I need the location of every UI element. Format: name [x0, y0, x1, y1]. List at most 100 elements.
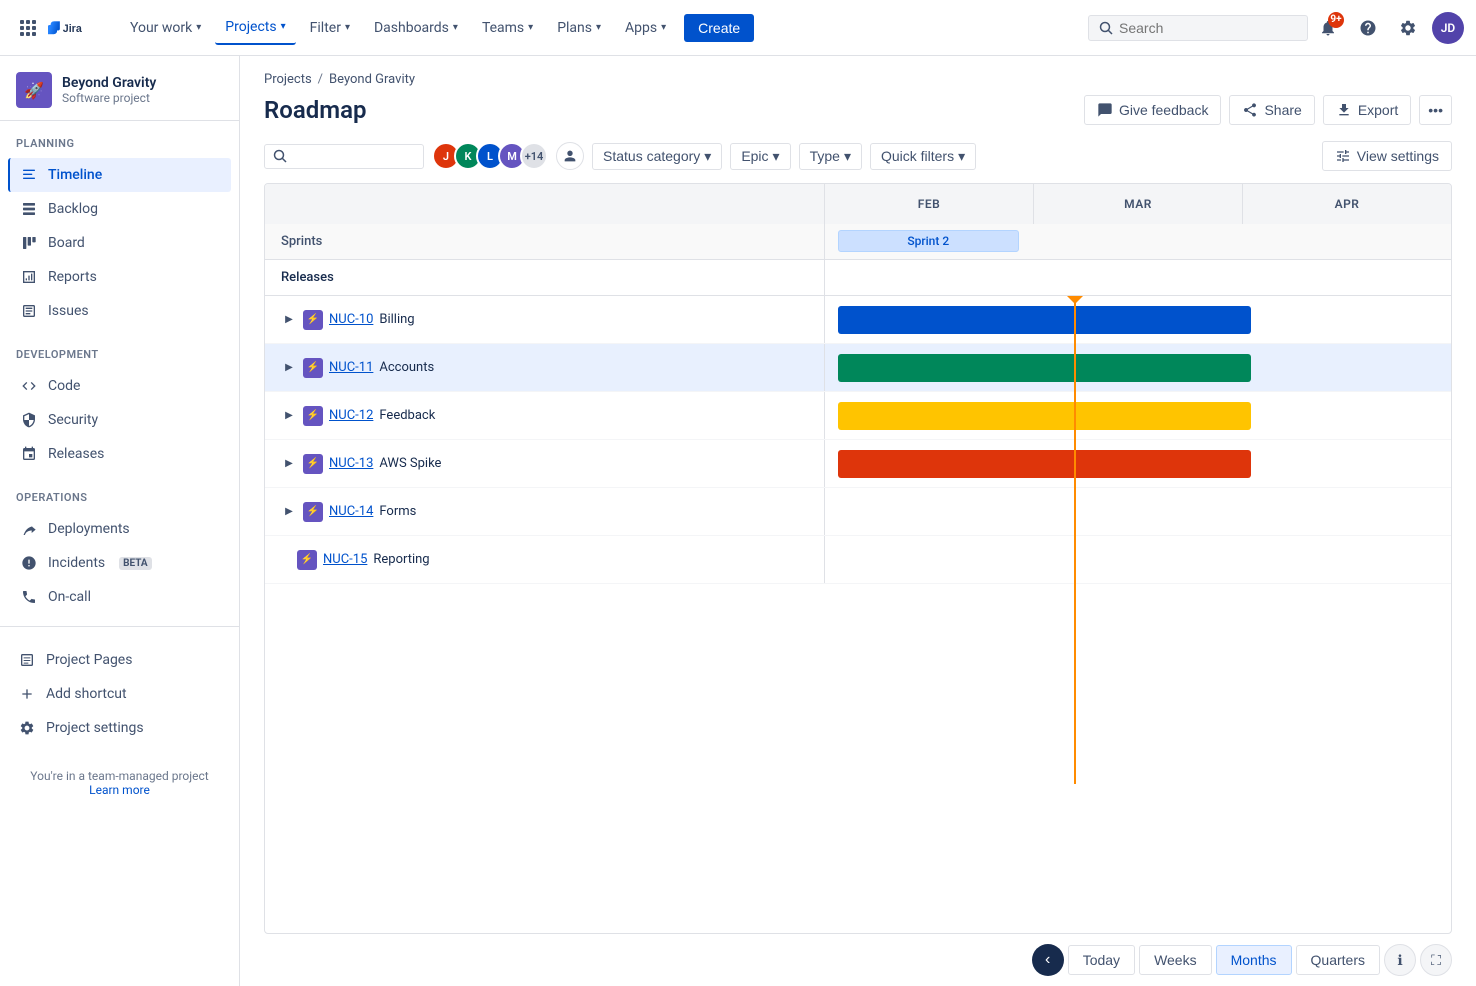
sidebar-item-label: Reports [48, 269, 97, 285]
view-settings-button[interactable]: View settings [1322, 141, 1452, 171]
roadmap-container: FEB MAR APR Sprints Sprint 2 [264, 183, 1452, 934]
search-icon [273, 149, 287, 163]
more-options-button[interactable]: ••• [1419, 95, 1452, 125]
issue-key[interactable]: NUC-13 [329, 456, 373, 471]
nav-projects[interactable]: Projects ▾ [215, 11, 295, 45]
table-row: ▶ ⚡ NUC-13 AWS Spike [265, 440, 1451, 488]
nav-your-work[interactable]: Your work ▾ [120, 12, 211, 44]
sidebar-item-code[interactable]: Code [8, 369, 231, 403]
issue-key[interactable]: NUC-10 [329, 312, 373, 327]
issue-summary: Forms [379, 504, 416, 519]
sidebar-operations-section: OPERATIONS Deployments Incidents BETA On… [0, 475, 239, 618]
feedback-button[interactable]: Give feedback [1084, 95, 1222, 125]
sprint-2-bar: Sprint 2 [838, 230, 1020, 252]
sidebar-item-security[interactable]: Security [8, 403, 231, 437]
prev-button[interactable]: ‹ [1032, 944, 1064, 976]
project-settings-icon [18, 719, 36, 737]
expand-icon[interactable]: ▶ [281, 504, 297, 520]
user-avatar[interactable]: JD [1432, 12, 1464, 44]
sidebar-bottom: Project Pages Add shortcut Project setti… [0, 635, 239, 753]
sidebar-development-section: DEVELOPMENT Code Security Releases [0, 332, 239, 475]
nav-dashboards[interactable]: Dashboards ▾ [364, 12, 468, 44]
chevron-down-icon: ▾ [844, 148, 851, 165]
sidebar-item-project-settings[interactable]: Project settings [8, 711, 231, 745]
issue-key[interactable]: NUC-11 [329, 360, 373, 375]
quick-filters-button[interactable]: Quick filters ▾ [870, 143, 976, 170]
sidebar-item-label: Board [48, 235, 85, 251]
table-row: ▶ ⚡ NUC-11 Accounts [265, 344, 1451, 392]
sidebar-item-incidents[interactable]: Incidents BETA [8, 546, 231, 580]
issue-key[interactable]: NUC-15 [323, 552, 367, 567]
grid-menu-icon[interactable] [12, 12, 44, 44]
breadcrumb-project[interactable]: Beyond Gravity [329, 72, 415, 87]
expand-icon[interactable]: ▶ [281, 408, 297, 424]
today-button[interactable]: Today [1068, 945, 1135, 975]
export-icon [1336, 102, 1352, 118]
month-mar: MAR [1034, 184, 1243, 224]
sidebar-item-backlog[interactable]: Backlog [8, 192, 231, 226]
person-filter-button[interactable] [556, 142, 584, 170]
gantt-bar-awsspike[interactable] [838, 450, 1251, 478]
settings-button[interactable] [1392, 12, 1424, 44]
learn-more-link[interactable]: Learn more [89, 783, 150, 797]
top-nav: Jira Your work ▾ Projects ▾ Filter ▾ Das… [0, 0, 1476, 56]
sidebar-item-add-shortcut[interactable]: Add shortcut [8, 677, 231, 711]
nav-teams[interactable]: Teams ▾ [472, 12, 543, 44]
sidebar-item-timeline[interactable]: Timeline [8, 158, 231, 192]
search-box[interactable] [1088, 15, 1308, 41]
toolbar-search[interactable] [264, 144, 424, 169]
sprint-row: Sprints Sprint 2 [265, 224, 1451, 260]
info-button[interactable]: ℹ [1384, 944, 1416, 976]
sidebar-item-oncall[interactable]: On-call [8, 580, 231, 614]
status-category-button[interactable]: Status category ▾ [592, 143, 722, 170]
issue-type-icon: ⚡ [303, 310, 323, 330]
epic-button[interactable]: Epic ▾ [730, 143, 790, 170]
sidebar-item-reports[interactable]: Reports [8, 260, 231, 294]
table-row: ▶ ⚡ NUC-12 Feedback [265, 392, 1451, 440]
avatar-group[interactable]: J K L M +14 [432, 142, 548, 170]
breadcrumb-separator: / [318, 72, 323, 87]
share-button[interactable]: Share [1229, 95, 1314, 125]
create-button[interactable]: Create [684, 14, 754, 42]
sidebar-item-label: Issues [48, 303, 89, 319]
breadcrumb-projects[interactable]: Projects [264, 72, 312, 87]
months-button[interactable]: Months [1216, 945, 1292, 975]
jira-logo[interactable]: Jira [48, 14, 108, 42]
sidebar-item-releases[interactable]: Releases [8, 437, 231, 471]
export-button[interactable]: Export [1323, 95, 1411, 125]
expand-icon[interactable]: ▶ [281, 456, 297, 472]
sidebar-divider [0, 626, 239, 627]
issue-type-icon: ⚡ [303, 502, 323, 522]
help-button[interactable] [1352, 12, 1384, 44]
type-button[interactable]: Type ▾ [799, 143, 862, 170]
toolbar-search-input[interactable] [291, 149, 391, 164]
sidebar-item-project-pages[interactable]: Project Pages [8, 643, 231, 677]
expand-icon[interactable]: ▶ [281, 312, 297, 328]
issue-key[interactable]: NUC-14 [329, 504, 373, 519]
sidebar-item-board[interactable]: Board [8, 226, 231, 260]
search-input[interactable] [1119, 20, 1279, 36]
sidebar-item-label: Security [48, 412, 98, 428]
gantt-bar-accounts[interactable] [838, 354, 1251, 382]
issue-right [825, 488, 1451, 535]
gantt-bar-feedback[interactable] [838, 402, 1251, 430]
sprint-right: Sprint 2 [825, 224, 1451, 259]
header-actions: Give feedback Share Export ••• [1084, 95, 1452, 125]
nav-filter[interactable]: Filter ▾ [300, 12, 360, 44]
fullscreen-button[interactable]: ⛶ [1420, 944, 1452, 976]
nav-apps[interactable]: Apps ▾ [615, 12, 676, 44]
issue-summary: Accounts [379, 360, 434, 375]
weeks-button[interactable]: Weeks [1139, 945, 1212, 975]
left-header [265, 184, 825, 224]
gantt-bar-billing[interactable] [838, 306, 1251, 334]
notifications-button[interactable]: 9+ [1312, 12, 1344, 44]
nav-plans[interactable]: Plans ▾ [547, 12, 611, 44]
sidebar-item-issues[interactable]: Issues [8, 294, 231, 328]
issue-left: ▶ ⚡ NUC-11 Accounts [265, 344, 825, 391]
code-icon [20, 377, 38, 395]
expand-icon[interactable]: ▶ [281, 360, 297, 376]
sidebar-item-deployments[interactable]: Deployments [8, 512, 231, 546]
operations-label: OPERATIONS [8, 491, 231, 512]
issue-key[interactable]: NUC-12 [329, 408, 373, 423]
quarters-button[interactable]: Quarters [1296, 945, 1380, 975]
